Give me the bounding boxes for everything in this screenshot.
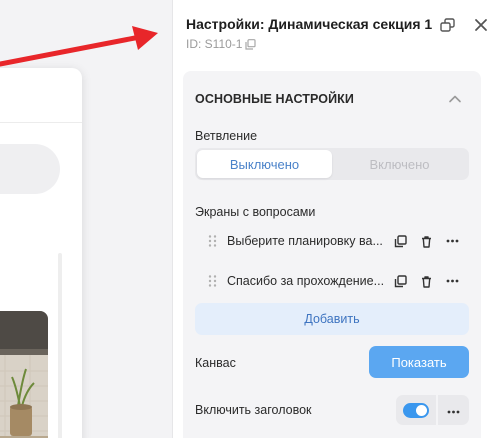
panel-id-text: ID: S110-1 xyxy=(186,37,243,51)
preview-image xyxy=(0,311,48,438)
drag-handle-icon[interactable] xyxy=(205,274,221,288)
canvas-label: Канвас xyxy=(195,356,236,370)
more-icon[interactable] xyxy=(439,230,465,252)
trash-icon[interactable] xyxy=(413,270,439,292)
branching-option-on[interactable]: Включено xyxy=(332,150,467,178)
settings-panel: Настройки: Динамическая секция 1 ID: S11… xyxy=(172,0,490,438)
question-screen-item[interactable]: Спасибо за прохождение... xyxy=(195,268,469,294)
red-arrow-icon xyxy=(0,26,158,67)
header-more-button[interactable] xyxy=(438,395,469,425)
duplicate-icon[interactable] xyxy=(387,270,413,292)
header-toggle-switch[interactable] xyxy=(403,402,429,418)
preview-divider xyxy=(0,122,82,123)
more-icon xyxy=(447,401,460,419)
drag-handle-icon[interactable] xyxy=(205,234,221,248)
copy-icon[interactable] xyxy=(245,38,257,50)
popout-icon[interactable] xyxy=(438,16,456,34)
panel-id: ID: S110-1 xyxy=(186,37,257,51)
preview-card xyxy=(0,68,82,438)
question-screen-item[interactable]: Выберите планировку ва... xyxy=(195,228,469,254)
trash-icon[interactable] xyxy=(413,230,439,252)
preview-input-pill xyxy=(0,144,60,194)
more-icon[interactable] xyxy=(439,270,465,292)
question-screens-label: Экраны с вопросами xyxy=(195,205,316,219)
section-title: ОСНОВНЫЕ НАСТРОЙКИ xyxy=(195,92,354,106)
chevron-up-icon[interactable] xyxy=(448,92,462,106)
panel-title: Настройки: Динамическая секция 1 xyxy=(186,16,433,32)
question-screen-title: Выберите планировку ва... xyxy=(227,234,383,248)
header-toggle-label: Включить заголовок xyxy=(195,403,312,417)
show-canvas-button[interactable]: Показать xyxy=(369,346,469,378)
add-question-screen-button[interactable]: Добавить xyxy=(195,303,469,335)
branching-segmented-control: Выключено Включено xyxy=(195,148,469,180)
header-toggle-container xyxy=(396,395,436,425)
branching-option-off[interactable]: Выключено xyxy=(197,150,332,178)
close-icon[interactable] xyxy=(472,16,490,34)
preview-scrollbar[interactable] xyxy=(58,253,62,438)
duplicate-icon[interactable] xyxy=(387,230,413,252)
branching-label: Ветвление xyxy=(195,129,258,143)
question-screen-title: Спасибо за прохождение... xyxy=(227,274,385,288)
main-settings-section: ОСНОВНЫЕ НАСТРОЙКИ Ветвление Выключено В… xyxy=(183,71,481,438)
